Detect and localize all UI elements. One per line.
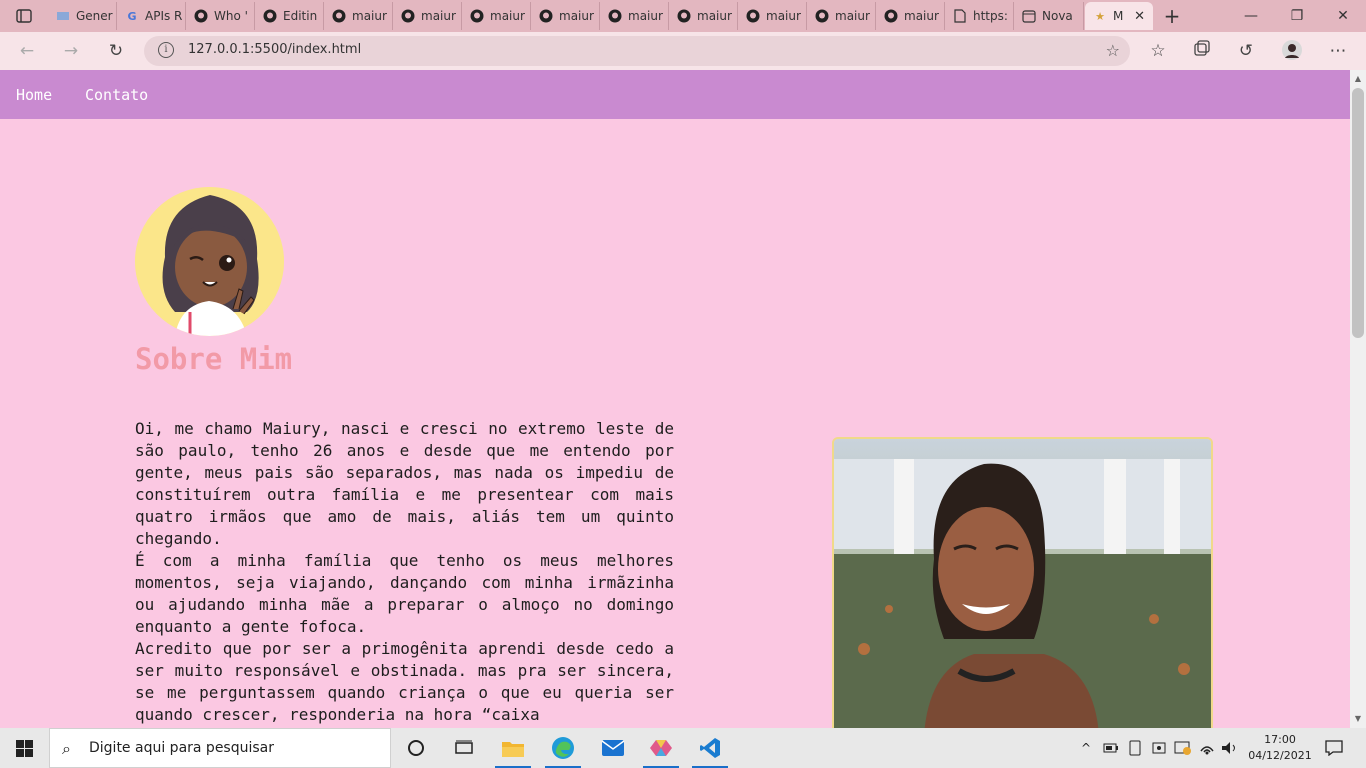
- collections-icon[interactable]: [1189, 39, 1215, 63]
- browser-tab[interactable]: maiur: [738, 2, 807, 30]
- scroll-up-icon[interactable]: ▲: [1350, 72, 1366, 86]
- edge-browser-icon[interactable]: [539, 728, 587, 768]
- address-bar[interactable]: i 127.0.0.1:5500/index.html ☆: [144, 36, 1130, 66]
- url-text[interactable]: 127.0.0.1:5500/index.html: [188, 42, 361, 57]
- browser-tab[interactable]: Who ': [186, 2, 255, 30]
- close-window-button[interactable]: ✕: [1320, 0, 1366, 32]
- google-icon: G: [127, 9, 137, 23]
- refresh-button[interactable]: ↻: [103, 39, 129, 63]
- storage-icon[interactable]: [1124, 728, 1146, 768]
- github-icon: [332, 9, 346, 23]
- history-icon[interactable]: ↺: [1233, 39, 1259, 63]
- security-alert-icon[interactable]: [1172, 728, 1194, 768]
- calendar-icon: [1022, 9, 1036, 23]
- github-icon: [401, 9, 415, 23]
- browser-tab[interactable]: Editin: [255, 2, 324, 30]
- page-title: Sobre Mim: [135, 342, 293, 376]
- browser-tab[interactable]: maiur: [669, 2, 738, 30]
- mail-icon[interactable]: [589, 728, 637, 768]
- profile-photo: [832, 437, 1213, 728]
- windows-start-icon[interactable]: [0, 728, 48, 768]
- minimize-button[interactable]: —: [1228, 0, 1274, 32]
- browser-tab-active[interactable]: ★ M ✕: [1085, 2, 1153, 30]
- notifications-icon[interactable]: [1318, 728, 1350, 768]
- taskbar: ⌕ Digite aqui para pesquisar ^ 17:00 04/…: [0, 728, 1366, 768]
- browser-tab[interactable]: maiur: [807, 2, 876, 30]
- taskbar-search-input[interactable]: ⌕ Digite aqui para pesquisar: [49, 728, 391, 768]
- battery-icon[interactable]: [1100, 728, 1122, 768]
- github-icon: [815, 9, 829, 23]
- profile-avatar[interactable]: [1279, 39, 1305, 63]
- tab-actions-icon[interactable]: [8, 6, 40, 26]
- scrollbar-thumb[interactable]: [1352, 88, 1364, 338]
- browser-tab[interactable]: maiur: [393, 2, 462, 30]
- bio-paragraph: Acredito que por ser a primogênita apren…: [135, 639, 674, 724]
- task-view-icon[interactable]: [440, 728, 488, 768]
- avatar-illustration: [135, 187, 284, 336]
- browser-tab[interactable]: G APIs R: [117, 2, 186, 30]
- wifi-icon[interactable]: [1196, 728, 1218, 768]
- bio-paragraph: É com a minha família que tenho os meus …: [135, 551, 674, 636]
- scroll-down-icon[interactable]: ▼: [1350, 712, 1366, 726]
- bio-paragraph: Oi, me chamo Maiury, nasci e cresci no e…: [135, 419, 674, 548]
- browser-tab[interactable]: https:: [945, 2, 1014, 30]
- restore-button[interactable]: ❐: [1274, 0, 1320, 32]
- show-hidden-icons[interactable]: ^: [1076, 728, 1096, 768]
- browser-tab[interactable]: maiur: [462, 2, 531, 30]
- nav-home-link[interactable]: Home: [16, 86, 52, 104]
- browser-tab[interactable]: Nova: [1014, 2, 1084, 30]
- browser-tab[interactable]: maiur: [324, 2, 393, 30]
- page-scrollbar[interactable]: ▲ ▼: [1350, 70, 1366, 728]
- volume-icon[interactable]: [1219, 728, 1241, 768]
- browser-tab[interactable]: maiur: [600, 2, 669, 30]
- site-nav: Home Contato: [0, 70, 1350, 119]
- vscode-icon[interactable]: [686, 728, 734, 768]
- github-icon: [608, 9, 622, 23]
- github-icon: [884, 9, 898, 23]
- github-icon: [263, 9, 277, 23]
- browser-tab[interactable]: maiur: [876, 2, 945, 30]
- bio-text: Oi, me chamo Maiury, nasci e cresci no e…: [135, 418, 674, 726]
- favorites-icon[interactable]: ☆: [1145, 39, 1171, 63]
- address-toolbar: ← → ↻ i 127.0.0.1:5500/index.html ☆ ☆ ↺ …: [0, 32, 1366, 70]
- browser-tab[interactable]: Gener: [48, 2, 117, 30]
- cortana-icon[interactable]: [392, 728, 440, 768]
- device-icon[interactable]: [1148, 728, 1170, 768]
- github-icon: [194, 9, 208, 23]
- close-tab-icon[interactable]: ✕: [1134, 9, 1145, 24]
- github-icon: [677, 9, 691, 23]
- github-icon: [746, 9, 760, 23]
- system-clock[interactable]: 17:00 04/12/2021: [1242, 732, 1318, 764]
- dev-tool-icon[interactable]: [637, 728, 685, 768]
- page-viewport: Home Contato Sobre Mim Oi, me chamo Maiu…: [0, 70, 1350, 728]
- browser-tab[interactable]: maiur: [531, 2, 600, 30]
- add-favorite-icon[interactable]: ☆: [1106, 41, 1120, 60]
- new-tab-button[interactable]: +: [1160, 4, 1184, 28]
- back-button[interactable]: ←: [14, 39, 40, 63]
- nav-contact-link[interactable]: Contato: [85, 86, 148, 104]
- file-icon: [953, 9, 967, 23]
- file-explorer-icon[interactable]: [489, 728, 537, 768]
- more-menu-icon[interactable]: ⋯: [1325, 39, 1351, 63]
- github-icon: [539, 9, 553, 23]
- document-icon: [56, 9, 70, 23]
- forward-button[interactable]: →: [58, 39, 84, 63]
- search-icon: ⌕: [62, 739, 71, 758]
- tab-strip: Gener G APIs R Who ' Editin maiur maiur …: [0, 0, 1366, 32]
- site-info-icon[interactable]: i: [158, 42, 174, 58]
- github-icon: [470, 9, 484, 23]
- star-icon: ★: [1095, 9, 1105, 23]
